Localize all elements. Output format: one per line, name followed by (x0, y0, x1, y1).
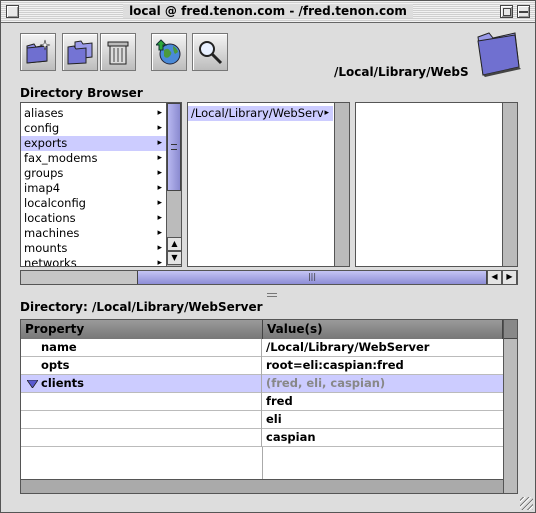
resize-grip[interactable] (520, 497, 533, 510)
property-cell: name (21, 339, 262, 357)
browser-column-1[interactable]: aliases ▸ config ▸ exports ▸ fax_modems ▸ groups… (20, 102, 182, 267)
submenu-arrow-icon: ▸ (157, 183, 162, 193)
list-item[interactable]: mounts ▸ (21, 241, 166, 256)
submenu-arrow-icon: ▸ (157, 138, 162, 148)
submenu-arrow-icon: ▸ (157, 123, 162, 133)
table-vertical-scrollbar[interactable] (503, 320, 517, 493)
submenu-arrow-icon: ▸ (157, 228, 162, 238)
table-row[interactable]: name /Local/Library/WebServer (21, 339, 503, 357)
delete-button[interactable] (100, 33, 136, 71)
title-bar[interactable]: local @ fred.tenon.com - /fred.tenon.com (1, 1, 535, 23)
value-cell[interactable]: caspian (263, 429, 503, 447)
submenu-arrow-icon: ▸ (157, 153, 162, 163)
value-column-header[interactable]: Value(s) (263, 320, 503, 339)
browser-column-3[interactable] (355, 102, 518, 267)
search-button[interactable] (192, 33, 228, 71)
value-cell[interactable]: fred (263, 393, 503, 411)
property-cell (21, 393, 262, 411)
submenu-arrow-icon: ▸ (157, 108, 162, 118)
submenu-arrow-icon: ▸ (324, 108, 329, 118)
magnifier-icon (199, 41, 223, 65)
property-cell: opts (21, 357, 262, 375)
new-directory-button[interactable] (20, 33, 56, 71)
list-item[interactable]: /Local/Library/WebServ ▸ (188, 106, 333, 121)
value-cell[interactable]: eli (263, 411, 503, 429)
folders-icon (67, 40, 93, 65)
table-row[interactable]: opts root=eli:caspian:fred (21, 357, 503, 375)
table-row-selected[interactable]: clients (fred, eli, caspian) (21, 375, 503, 393)
value-cell[interactable]: (fred, eli, caspian) (263, 375, 503, 393)
copy-directory-button[interactable] (62, 33, 98, 71)
globe-arrow-icon (156, 39, 181, 65)
column1-scroll-thumb[interactable] (167, 103, 181, 191)
list-item[interactable]: groups ▸ (21, 166, 166, 181)
list-item[interactable]: config ▸ (21, 121, 166, 136)
folder-sparkle-icon (26, 39, 51, 64)
table-row[interactable]: caspian (21, 429, 503, 447)
property-column-header[interactable]: Property (21, 320, 263, 339)
list-item[interactable]: localconfig ▸ (21, 196, 166, 211)
property-cell (21, 411, 262, 429)
scroll-right-arrow[interactable]: ▶ (502, 270, 517, 285)
property-cell: clients (41, 376, 85, 390)
directory-browser-label: Directory Browser (20, 86, 143, 100)
list-item[interactable]: aliases ▸ (21, 106, 166, 121)
property-table[interactable]: Property Value(s) name /Local/Library/We… (20, 319, 518, 494)
pane-splitter[interactable] (267, 293, 277, 297)
current-path: /Local/Library/WebS (334, 65, 469, 79)
list-item[interactable]: locations ▸ (21, 211, 166, 226)
list-item[interactable]: machines ▸ (21, 226, 166, 241)
disclosure-triangle-icon[interactable] (27, 380, 38, 388)
value-cell[interactable]: root=eli:caspian:fred (263, 357, 503, 375)
directory-label: Directory: /Local/Library/WebServer (20, 300, 263, 314)
column2-scrollbar[interactable] (334, 103, 349, 266)
list-item[interactable]: imap4 ▸ (21, 181, 166, 196)
window-title: local @ fred.tenon.com - /fred.tenon.com (123, 4, 413, 18)
submenu-arrow-icon: ▸ (157, 198, 162, 208)
collapse-box[interactable] (517, 5, 530, 18)
trash-icon (107, 41, 129, 65)
list-item[interactable]: fax_modems ▸ (21, 151, 166, 166)
table-row[interactable]: eli (21, 411, 503, 429)
network-button[interactable] (151, 33, 187, 71)
browser-horizontal-thumb[interactable]: ||| (137, 271, 487, 284)
app-window: local @ fred.tenon.com - /fred.tenon.com (0, 0, 536, 513)
browser-horizontal-scrollbar[interactable]: ||| ◀ ▶ (20, 270, 518, 285)
table-horizontal-scrollbar[interactable] (21, 479, 503, 493)
scroll-left-arrow[interactable]: ◀ (487, 270, 502, 285)
value-cell[interactable]: /Local/Library/WebServer (263, 339, 503, 357)
browser-column-2[interactable]: /Local/Library/WebServ ▸ (187, 102, 350, 267)
submenu-arrow-icon: ▸ (157, 168, 162, 178)
scroll-up-arrow[interactable]: ▲ (167, 237, 181, 251)
zoom-box[interactable] (500, 5, 513, 18)
table-header: Property Value(s) (21, 320, 503, 339)
scroll-down-arrow[interactable]: ▼ (167, 251, 181, 265)
submenu-arrow-icon: ▸ (157, 243, 162, 253)
column1-scrollbar[interactable]: ▲ ▼ (166, 103, 181, 266)
submenu-arrow-icon: ▸ (157, 213, 162, 223)
property-cell (21, 429, 262, 447)
submenu-arrow-icon: ▸ (157, 258, 162, 267)
list-item[interactable]: networks ▸ (21, 256, 166, 267)
column3-scrollbar[interactable] (502, 103, 517, 266)
large-folder-icon (477, 32, 521, 77)
table-row[interactable]: fred (21, 393, 503, 411)
list-item[interactable]: exports ▸ (21, 136, 166, 151)
